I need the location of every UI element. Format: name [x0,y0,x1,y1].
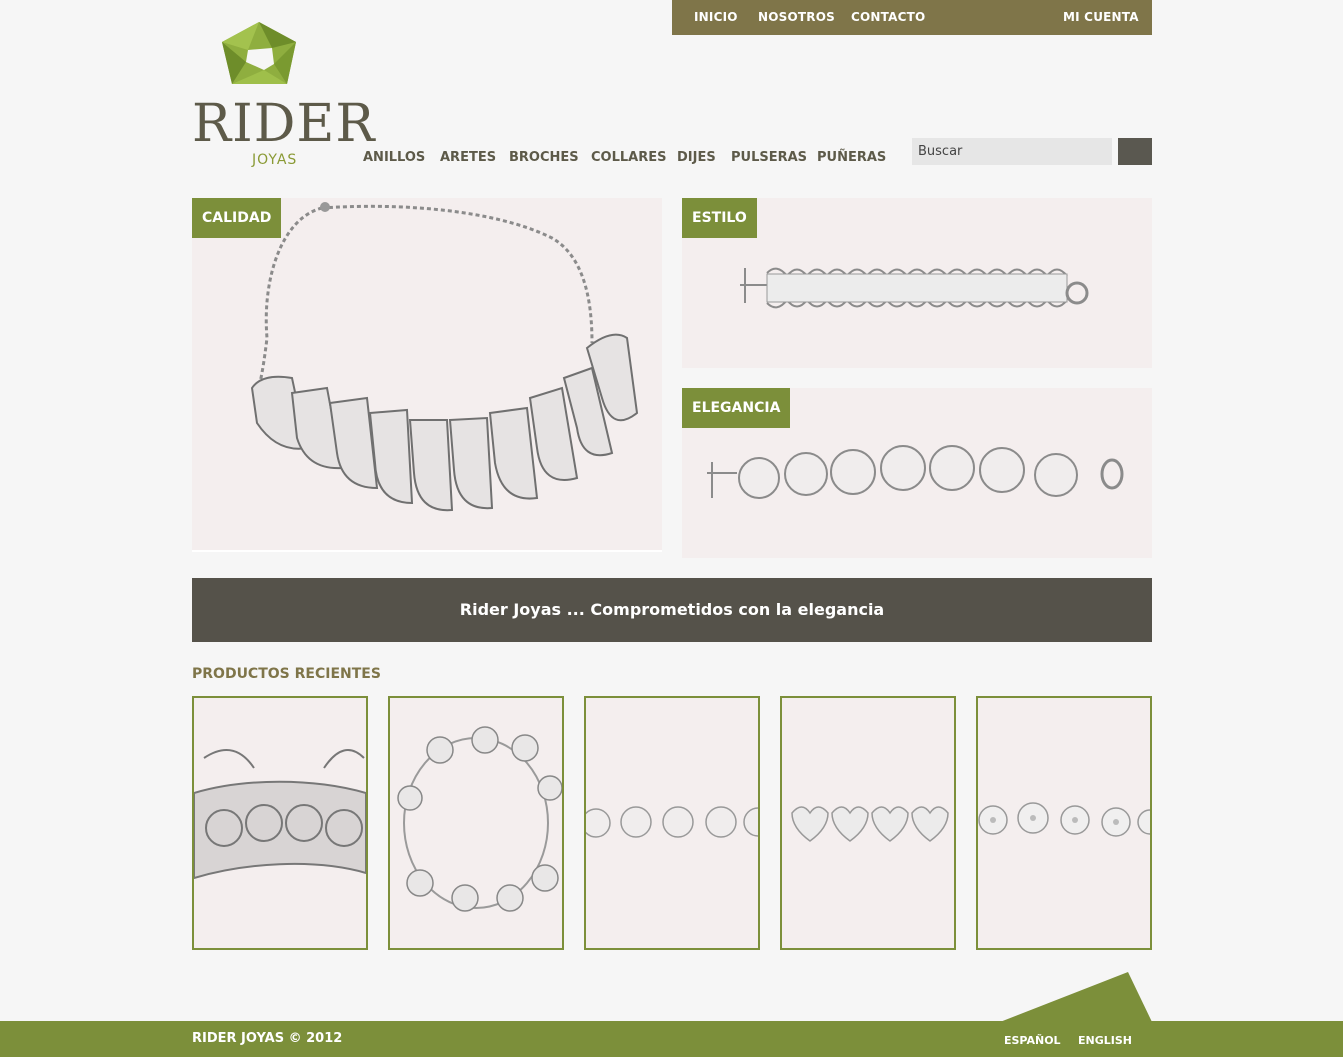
account-bar: INICIO NOSOTROS CONTACTO MI CUENTA [672,0,1152,35]
category-puneras[interactable]: PUÑERAS [817,150,886,165]
product-image-cuff [194,698,366,948]
hero-label-elegancia: ELEGANCIA [682,388,791,428]
hero-tile-calidad[interactable]: CALIDAD [192,198,662,552]
product-image-flower-bracelet [390,698,562,948]
nav-link-inicio[interactable]: INICIO [694,10,738,24]
category-pulseras[interactable]: PULSERAS [731,150,807,165]
necklace-image [192,198,662,552]
language-english[interactable]: ENGLISH [1078,1034,1132,1047]
pentagon-logo-icon [222,22,296,84]
category-broches[interactable]: BROCHES [509,150,579,165]
product-card-daisy-bracelet[interactable] [976,696,1152,950]
search-button[interactable] [1118,138,1152,165]
recent-products-title: PRODUCTOS RECIENTES [192,666,381,682]
nav-link-nosotros[interactable]: NOSOTROS [758,10,835,24]
logo-subtitle: JOYAS [252,152,298,168]
footer-tab-shape [1000,972,1152,1022]
footer-copyright: RIDER JOYAS © 2012 [192,1031,343,1046]
logo-wordmark: RIDER [192,94,376,154]
nav-link-contacto[interactable]: CONTACTO [851,10,925,24]
language-espanol[interactable]: ESPAÑOL [1004,1034,1061,1047]
product-image-daisy-bracelet [978,698,1150,948]
nav-link-mi-cuenta[interactable]: MI CUENTA [1063,10,1139,24]
category-anillos[interactable]: ANILLOS [363,150,425,165]
hero-label-calidad: CALIDAD [192,198,282,238]
site-logo[interactable]: RIDER JOYAS [192,18,375,170]
product-image-medallion-bracelet [586,698,758,948]
category-collares[interactable]: COLLARES [591,150,666,165]
hero-tile-estilo[interactable]: ESTILO [682,198,1152,368]
slogan-banner: Rider Joyas ... Comprometidos con la ele… [192,578,1152,642]
product-image-heart-bracelet [782,698,954,948]
product-card-heart-bracelet[interactable] [780,696,956,950]
search-input[interactable] [912,138,1112,165]
product-card-medallion-bracelet[interactable] [584,696,760,950]
hero-tile-elegancia[interactable]: ELEGANCIA [682,388,1152,558]
product-card-cuff[interactable] [192,696,368,950]
hero-label-estilo: ESTILO [682,198,757,238]
category-aretes[interactable]: ARETES [440,150,496,165]
category-dijes[interactable]: DIJES [677,150,716,165]
product-card-flower-bracelet[interactable] [388,696,564,950]
